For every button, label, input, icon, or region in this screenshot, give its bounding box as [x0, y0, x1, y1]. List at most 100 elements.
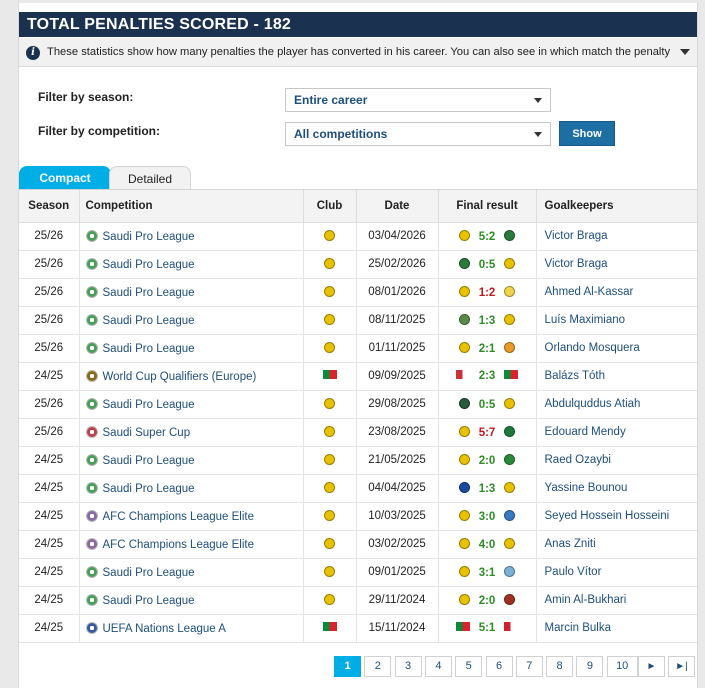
away-team-crest-icon[interactable]	[504, 425, 515, 437]
home-team-flag-icon[interactable]	[456, 370, 470, 379]
competition-cell[interactable]: Saudi Super Cup	[79, 418, 304, 447]
home-team-crest-icon[interactable]	[459, 593, 470, 605]
competition-cell[interactable]: Saudi Pro League	[79, 278, 304, 307]
club-crest-icon[interactable]	[324, 593, 335, 605]
away-team-crest-icon[interactable]	[504, 481, 515, 493]
club-crest-icon[interactable]	[324, 453, 335, 465]
club-cell[interactable]	[303, 390, 357, 419]
final-result-cell[interactable]: 5:1	[438, 614, 537, 643]
goalkeeper-cell[interactable]: Balázs Tóth	[536, 362, 697, 391]
competition-link[interactable]: Saudi Super Cup	[103, 427, 191, 439]
away-team-crest-icon[interactable]	[504, 453, 515, 465]
home-team-crest-icon[interactable]	[459, 313, 470, 325]
final-result-cell[interactable]: 2:0	[438, 446, 537, 475]
club-cell[interactable]	[303, 418, 357, 447]
competition-link[interactable]: Saudi Pro League	[103, 567, 195, 579]
goalkeeper-cell[interactable]: Raed Ozaybi	[536, 446, 697, 475]
competition-select[interactable]: All competitions	[285, 122, 551, 146]
page-3-button[interactable]: 3	[394, 656, 422, 677]
score-link[interactable]: 3:0	[470, 511, 504, 523]
score-link[interactable]: 5:1	[470, 622, 504, 634]
away-team-crest-icon[interactable]	[504, 593, 515, 605]
goalkeeper-link[interactable]: Edouard Mendy	[545, 426, 626, 438]
goalkeeper-cell[interactable]: Abdulquddus Atiah	[536, 390, 697, 419]
goalkeeper-link[interactable]: Seyed Hossein Hosseini	[545, 510, 670, 522]
goalkeeper-cell[interactable]: Edouard Mendy	[536, 418, 697, 447]
goalkeeper-link[interactable]: Orlando Mosquera	[545, 342, 640, 354]
column-header-date[interactable]: Date	[356, 190, 439, 223]
page-10-button[interactable]: 10	[606, 656, 638, 677]
club-cell[interactable]	[303, 586, 357, 615]
competition-cell[interactable]: Saudi Pro League	[79, 474, 304, 503]
page-9-button[interactable]: 9	[576, 656, 604, 677]
last-page-icon[interactable]: ►|	[668, 656, 695, 677]
goalkeeper-cell[interactable]: Seyed Hossein Hosseini	[536, 502, 697, 531]
competition-cell[interactable]: AFC Champions League Elite	[79, 502, 304, 531]
home-team-crest-icon[interactable]	[459, 257, 470, 269]
goalkeeper-cell[interactable]: Luís Maximiano	[536, 306, 697, 335]
competition-cell[interactable]: Saudi Pro League	[79, 306, 304, 335]
competition-link[interactable]: Saudi Pro League	[103, 231, 195, 243]
score-link[interactable]: 2:0	[470, 455, 504, 467]
club-cell[interactable]	[303, 306, 357, 335]
home-team-crest-icon[interactable]	[459, 537, 470, 549]
goalkeeper-link[interactable]: Victor Braga	[545, 230, 608, 242]
column-header-season[interactable]: Season	[19, 190, 80, 223]
score-link[interactable]: 5:7	[470, 427, 504, 439]
club-cell[interactable]	[303, 474, 357, 503]
score-link[interactable]: 1:3	[470, 483, 504, 495]
club-cell[interactable]	[303, 278, 357, 307]
tab-detailed[interactable]: Detailed	[109, 166, 191, 190]
column-header-final-result[interactable]: Final result	[438, 190, 537, 223]
season-select[interactable]: Entire career	[285, 88, 551, 112]
club-cell[interactable]	[303, 334, 357, 363]
competition-link[interactable]: Saudi Pro League	[103, 399, 195, 411]
club-cell[interactable]	[303, 558, 357, 587]
page-5-button[interactable]: 5	[455, 656, 483, 677]
next-page-icon[interactable]: ►	[638, 656, 665, 677]
competition-cell[interactable]: Saudi Pro League	[79, 390, 304, 419]
away-team-crest-icon[interactable]	[504, 257, 515, 269]
column-header-goalkeepers[interactable]: Goalkeepers	[536, 190, 697, 223]
competition-link[interactable]: World Cup Qualifiers (Europe)	[103, 371, 257, 383]
club-crest-icon[interactable]	[324, 229, 335, 241]
goalkeeper-cell[interactable]: Yassine Bounou	[536, 474, 697, 503]
score-link[interactable]: 1:3	[470, 315, 504, 327]
club-crest-icon[interactable]	[324, 285, 335, 297]
goalkeeper-cell[interactable]: Anas Zniti	[536, 530, 697, 559]
competition-link[interactable]: Saudi Pro League	[103, 287, 195, 299]
competition-cell[interactable]: World Cup Qualifiers (Europe)	[79, 362, 304, 391]
home-team-crest-icon[interactable]	[459, 453, 470, 465]
goalkeeper-link[interactable]: Luís Maximiano	[545, 314, 626, 326]
home-team-crest-icon[interactable]	[459, 229, 470, 241]
away-team-crest-icon[interactable]	[504, 397, 515, 409]
goalkeeper-cell[interactable]: Victor Braga	[536, 250, 697, 279]
score-link[interactable]: 4:0	[470, 539, 504, 551]
score-link[interactable]: 5:2	[470, 231, 504, 243]
score-link[interactable]: 2:3	[470, 370, 504, 382]
final-result-cell[interactable]: 0:5	[438, 250, 537, 279]
away-team-crest-icon[interactable]	[504, 537, 515, 549]
goalkeeper-cell[interactable]: Paulo Vítor	[536, 558, 697, 587]
away-team-flag-icon[interactable]	[504, 370, 518, 379]
club-cell[interactable]	[303, 446, 357, 475]
page-8-button[interactable]: 8	[546, 656, 574, 677]
goalkeeper-cell[interactable]: Ahmed Al-Kassar	[536, 278, 697, 307]
competition-link[interactable]: Saudi Pro League	[103, 455, 195, 467]
score-link[interactable]: 3:1	[470, 567, 504, 579]
goalkeeper-link[interactable]: Raed Ozaybi	[545, 454, 611, 466]
club-cell[interactable]	[303, 222, 357, 251]
competition-cell[interactable]: Saudi Pro League	[79, 334, 304, 363]
home-team-crest-icon[interactable]	[459, 425, 470, 437]
club-crest-icon[interactable]	[324, 425, 335, 437]
home-team-crest-icon[interactable]	[459, 397, 470, 409]
club-flag-icon[interactable]	[322, 622, 337, 631]
competition-link[interactable]: AFC Champions League Elite	[103, 511, 255, 523]
page-1-button[interactable]: 1	[334, 656, 361, 677]
score-link[interactable]: 0:5	[470, 259, 504, 271]
club-crest-icon[interactable]	[324, 537, 335, 549]
final-result-cell[interactable]: 1:3	[438, 306, 537, 335]
final-result-cell[interactable]: 0:5	[438, 390, 537, 419]
club-cell[interactable]	[303, 614, 357, 643]
final-result-cell[interactable]: 5:2	[438, 222, 537, 251]
